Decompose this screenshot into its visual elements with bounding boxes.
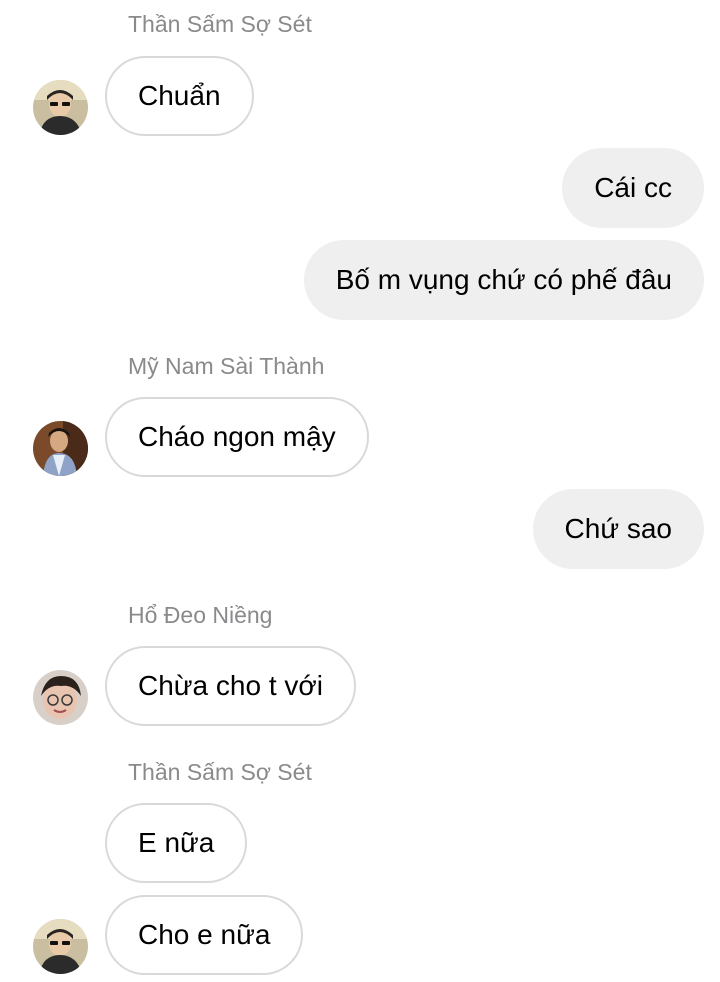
message-bubble-incoming[interactable]: Cho e nữa [105,895,304,975]
sender-name: Thần Sấm Sợ Sét [128,759,312,785]
message-bubble-incoming[interactable]: E nữa [105,803,248,883]
avatar[interactable] [33,80,88,135]
sender-name: Thần Sấm Sợ Sét [128,11,312,37]
sender-name: Hổ Đeo Niềng [128,602,273,628]
message-bubble-outgoing[interactable]: Chứ sao [532,489,704,569]
avatar[interactable] [33,670,88,725]
message-bubble-incoming[interactable]: Chừa cho t với [105,646,356,726]
message-bubble-outgoing[interactable]: Cái cc [562,148,704,228]
message-bubble-incoming[interactable]: Chuẩn [105,56,254,136]
avatar[interactable] [33,421,88,476]
message-bubble-incoming[interactable]: Cháo ngon mậy [105,397,369,477]
message-bubble-outgoing[interactable]: Bố m vụng chứ có phế đâu [303,240,704,320]
avatar[interactable] [33,919,88,974]
sender-name: Mỹ Nam Sài Thành [128,353,325,379]
